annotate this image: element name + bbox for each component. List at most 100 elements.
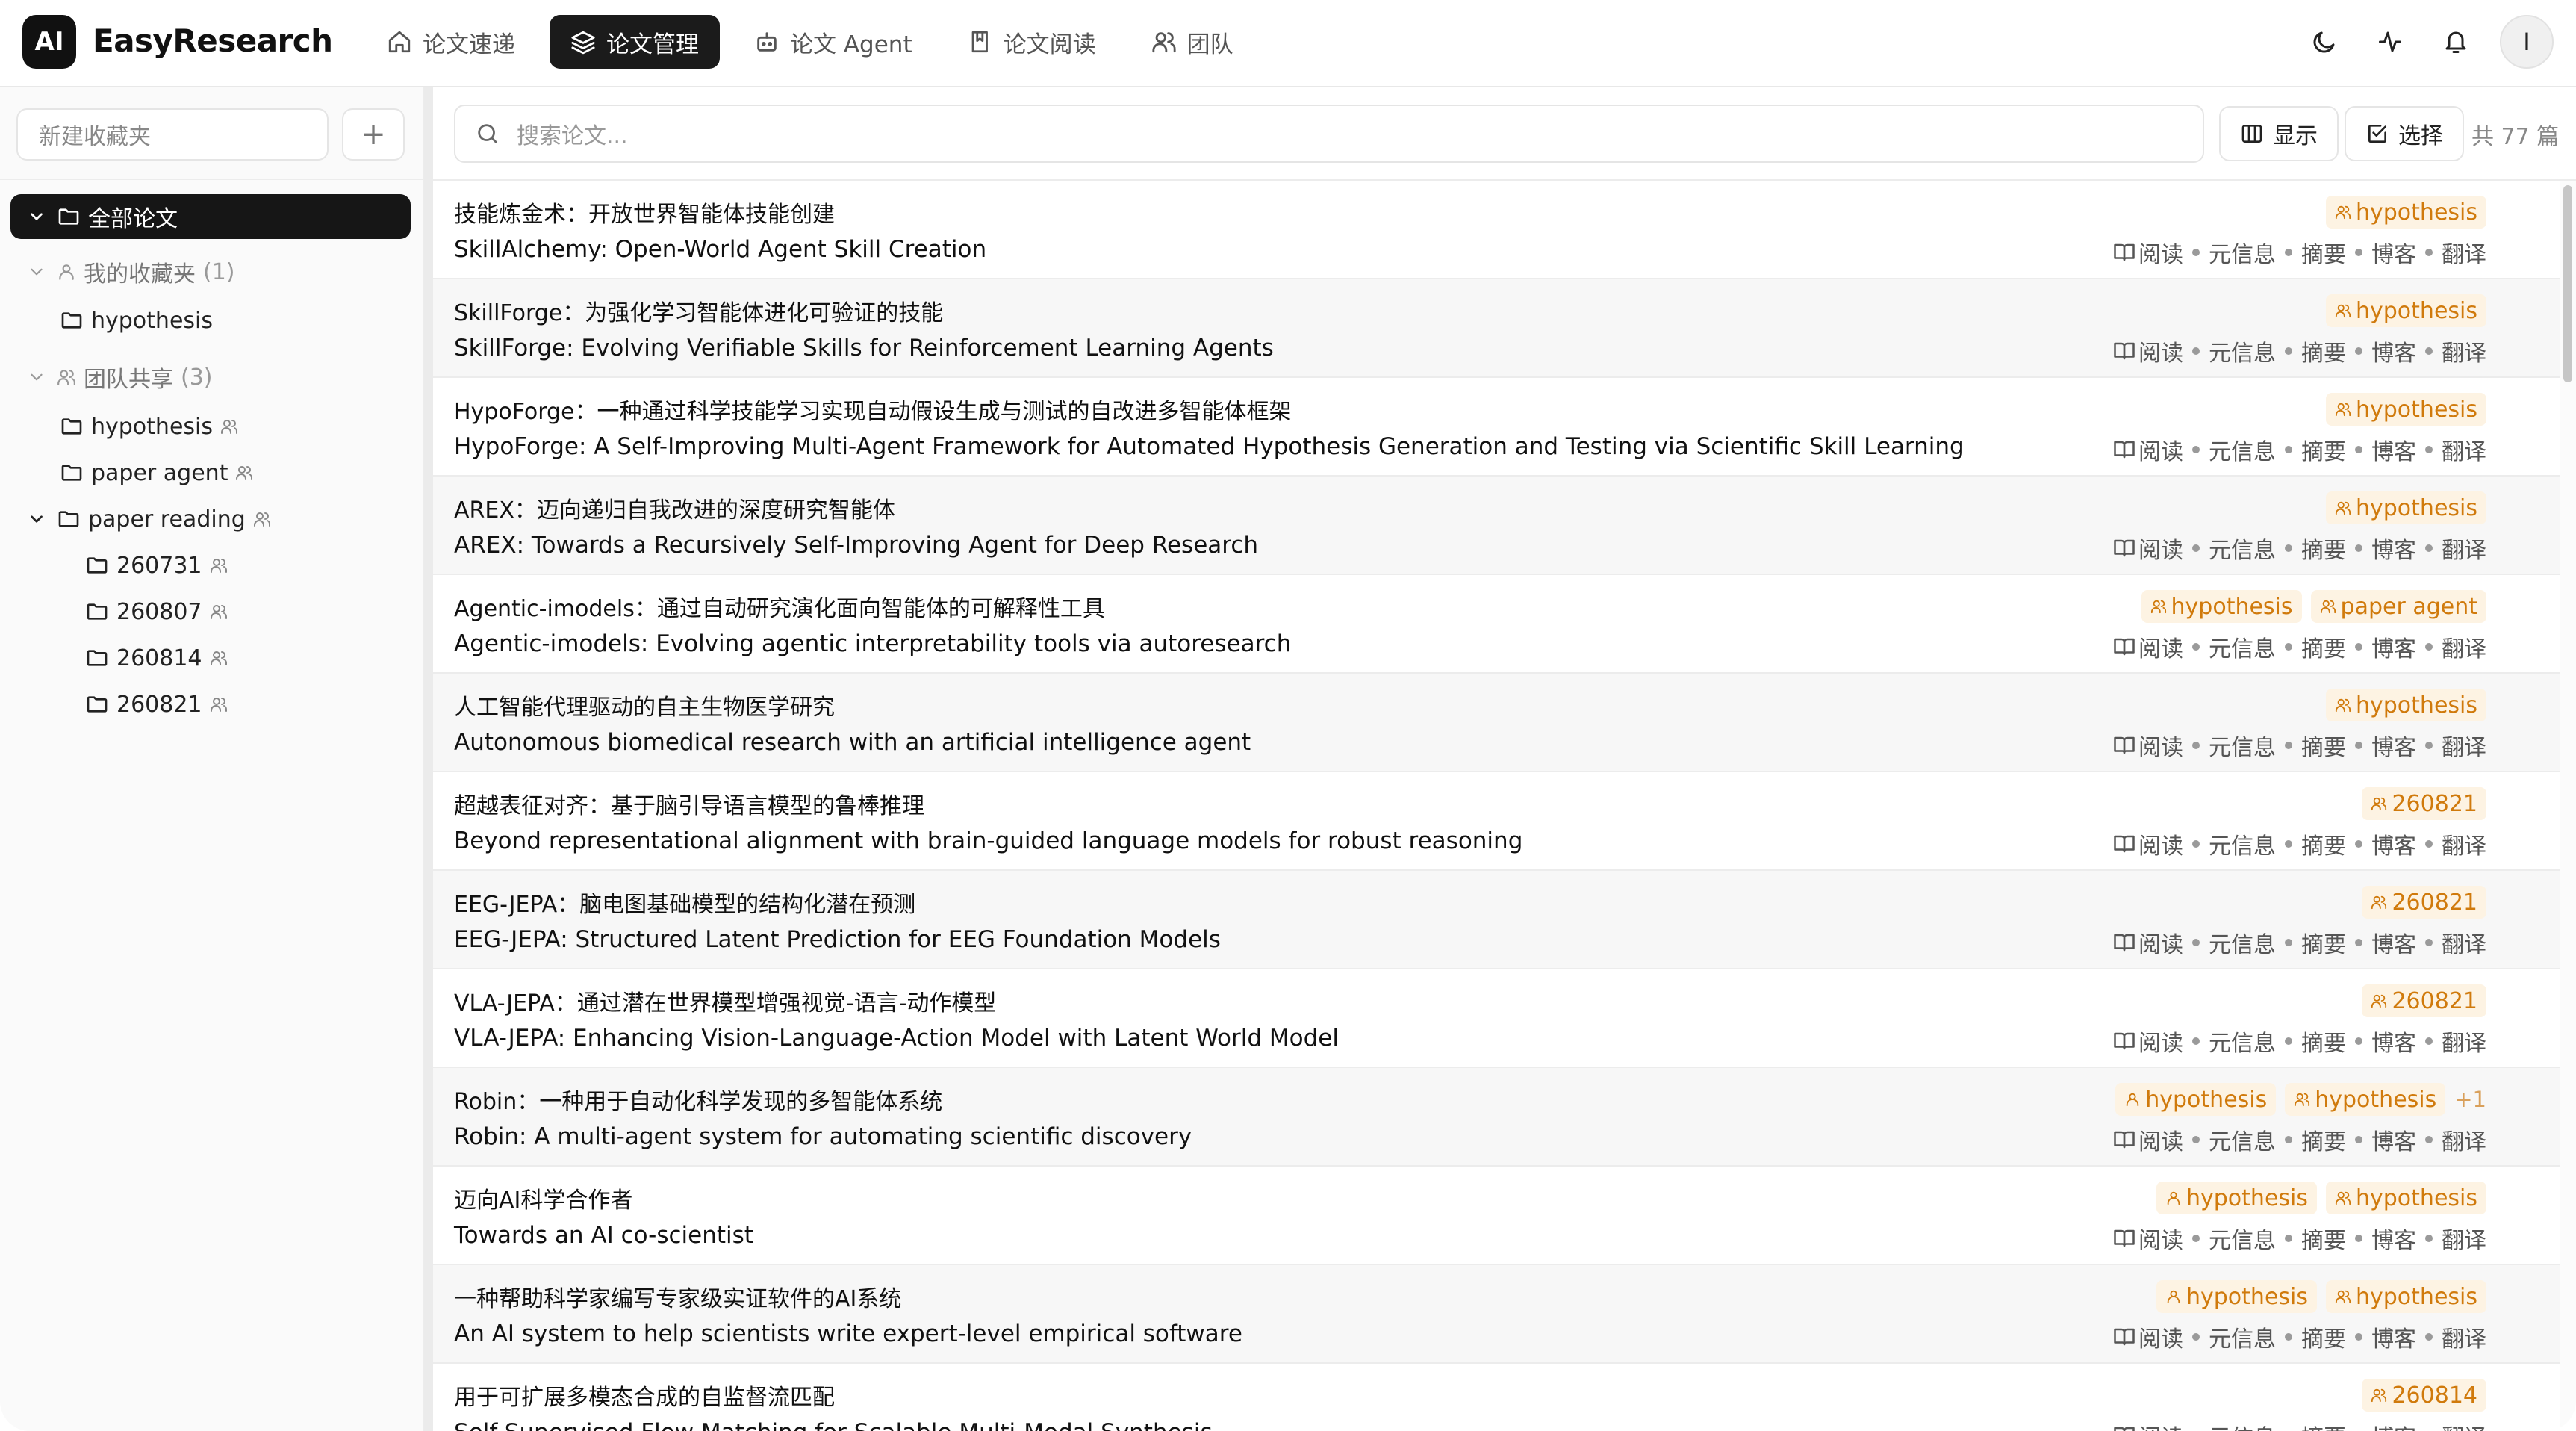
action-translate-button[interactable]: 翻译: [2442, 1320, 2486, 1353]
action-meta-button[interactable]: 元信息: [2209, 236, 2276, 269]
paper-title-zh[interactable]: 一种帮助科学家编写专家级实证软件的AI系统: [454, 1280, 901, 1313]
action-blog-button[interactable]: 博客: [2371, 1419, 2416, 1431]
paper-title-zh[interactable]: 超越表征对齐：基于脑引导语言模型的鲁棒推理: [454, 787, 924, 820]
action-meta-button[interactable]: 元信息: [2209, 335, 2276, 367]
user-avatar[interactable]: I: [2500, 15, 2554, 69]
action-abstract-button[interactable]: 摘要: [2301, 630, 2346, 663]
paper-row[interactable]: 超越表征对齐：基于脑引导语言模型的鲁棒推理 Beyond representati…: [433, 772, 2560, 871]
folder-tag[interactable]: 260821: [2362, 886, 2486, 919]
scroll-thumb[interactable]: [2563, 185, 2572, 382]
action-meta-button[interactable]: 元信息: [2209, 1222, 2276, 1255]
action-abstract-button[interactable]: 摘要: [2301, 729, 2346, 762]
action-abstract-button[interactable]: 摘要: [2301, 1222, 2346, 1255]
folder-tag[interactable]: hypothesis: [2156, 1280, 2317, 1313]
action-abstract-button[interactable]: 摘要: [2301, 1320, 2346, 1353]
paper-title-en[interactable]: An AI system to help scientists write ex…: [454, 1320, 1242, 1347]
folder-tag[interactable]: hypothesis: [2141, 590, 2302, 623]
app-logo[interactable]: AI: [22, 15, 76, 69]
action-meta-button[interactable]: 元信息: [2209, 1419, 2276, 1431]
action-blog-button[interactable]: 博客: [2371, 335, 2416, 367]
action-translate-button[interactable]: 翻译: [2442, 828, 2486, 860]
action-meta-button[interactable]: 元信息: [2209, 828, 2276, 860]
action-translate-button[interactable]: 翻译: [2442, 532, 2486, 565]
paper-row[interactable]: AREX：迈向递归自我改进的深度研究智能体 AREX: Towards a Rec…: [433, 477, 2560, 575]
action-read-button[interactable]: 阅读: [2138, 1419, 2183, 1431]
group-my-favorites[interactable]: 我的收藏夹 (1): [27, 249, 235, 294]
action-blog-button[interactable]: 博客: [2371, 729, 2416, 762]
paper-search-input[interactable]: 搜索论文...: [454, 105, 2204, 163]
paper-title-en[interactable]: EEG-JEPA: Structured Latent Prediction f…: [454, 926, 1221, 953]
folder-tag[interactable]: hypothesis: [2156, 1182, 2317, 1214]
action-meta-button[interactable]: 元信息: [2209, 433, 2276, 466]
folder-tag[interactable]: paper agent: [2310, 590, 2486, 623]
paper-title-en[interactable]: Towards an AI co-scientist: [454, 1222, 753, 1249]
action-translate-button[interactable]: 翻译: [2442, 926, 2486, 959]
action-abstract-button[interactable]: 摘要: [2301, 335, 2346, 367]
action-abstract-button[interactable]: 摘要: [2301, 926, 2346, 959]
action-read-button[interactable]: 阅读: [2138, 335, 2183, 367]
action-abstract-button[interactable]: 摘要: [2301, 433, 2346, 466]
folder-tag[interactable]: hypothesis: [2326, 393, 2486, 426]
action-translate-button[interactable]: 翻译: [2442, 433, 2486, 466]
action-blog-button[interactable]: 博客: [2371, 630, 2416, 663]
action-meta-button[interactable]: 元信息: [2209, 729, 2276, 762]
paper-row[interactable]: 迈向AI科学合作者 Towards an AI co-scientist hypot…: [433, 1167, 2560, 1265]
folder-tag[interactable]: 260821: [2362, 984, 2486, 1017]
paper-row[interactable]: SkillForge：为强化学习智能体进化可验证的技能 SkillForge: E…: [433, 279, 2560, 378]
folder-tag[interactable]: hypothesis: [2326, 491, 2486, 524]
new-folder-input[interactable]: 新建收藏夹: [16, 108, 329, 161]
folder-tag[interactable]: hypothesis: [2326, 1182, 2486, 1214]
paper-title-en[interactable]: AREX: Towards a Recursively Self-Improvi…: [454, 532, 1258, 559]
paper-row[interactable]: VLA-JEPA：通过潜在世界模型增强视觉-语言-动作模型 VLA-JEPA: E…: [433, 969, 2560, 1068]
folder-tag[interactable]: hypothesis: [2326, 689, 2486, 721]
action-translate-button[interactable]: 翻译: [2442, 1025, 2486, 1058]
action-blog-button[interactable]: 博客: [2371, 433, 2416, 466]
group-team-shared[interactable]: 团队共享 (3): [27, 355, 213, 400]
action-abstract-button[interactable]: 摘要: [2301, 1123, 2346, 1156]
action-meta-button[interactable]: 元信息: [2209, 1025, 2276, 1058]
paper-title-zh[interactable]: 技能炼金术：开放世界智能体技能创建: [454, 196, 835, 229]
more-tags-count[interactable]: +1: [2454, 1087, 2486, 1112]
action-read-button[interactable]: 阅读: [2138, 433, 2183, 466]
paper-title-en[interactable]: Agentic-imodels: Evolving agentic interp…: [454, 630, 1291, 657]
action-meta-button[interactable]: 元信息: [2209, 1320, 2276, 1353]
action-meta-button[interactable]: 元信息: [2209, 630, 2276, 663]
paper-title-en[interactable]: VLA-JEPA: Enhancing Vision-Language-Acti…: [454, 1025, 1339, 1052]
nav-paper-feed[interactable]: 论文速递: [366, 15, 536, 69]
paper-title-en[interactable]: HypoForge: A Self-Improving Multi-Agent …: [454, 433, 1964, 460]
paper-title-zh[interactable]: 人工智能代理驱动的自主生物医学研究: [454, 689, 835, 721]
action-abstract-button[interactable]: 摘要: [2301, 1025, 2346, 1058]
action-read-button[interactable]: 阅读: [2138, 828, 2183, 860]
action-read-button[interactable]: 阅读: [2138, 729, 2183, 762]
paper-title-zh[interactable]: AREX：迈向递归自我改进的深度研究智能体: [454, 491, 895, 524]
sidebar-resize-handle[interactable]: [424, 87, 433, 1431]
list-scrollbar[interactable]: [2560, 181, 2576, 1431]
paper-title-zh[interactable]: Agentic-imodels：通过自动研究演化面向智能体的可解释性工具: [454, 590, 1105, 623]
action-translate-button[interactable]: 翻译: [2442, 236, 2486, 269]
action-read-button[interactable]: 阅读: [2138, 1123, 2183, 1156]
folder-tag[interactable]: hypothesis: [2326, 1280, 2486, 1313]
paper-title-zh[interactable]: 迈向AI科学合作者: [454, 1182, 632, 1214]
notifications-button[interactable]: [2434, 15, 2477, 69]
paper-title-en[interactable]: Beyond representational alignment with b…: [454, 828, 1522, 854]
action-read-button[interactable]: 阅读: [2138, 1320, 2183, 1353]
folder-tag[interactable]: 260814: [2362, 1379, 2486, 1412]
action-translate-button[interactable]: 翻译: [2442, 335, 2486, 367]
folder-team-hypothesis[interactable]: hypothesis: [60, 404, 238, 449]
paper-row[interactable]: 人工智能代理驱动的自主生物医学研究 Autonomous biomedical r…: [433, 674, 2560, 772]
paper-row[interactable]: HypoForge：一种通过科学技能学习实现自动假设生成与测试的自改进多智能体框…: [433, 378, 2560, 477]
folder-tag[interactable]: hypothesis: [2326, 196, 2486, 229]
folder-tag[interactable]: hypothesis: [2326, 294, 2486, 327]
action-blog-button[interactable]: 博客: [2371, 828, 2416, 860]
action-translate-button[interactable]: 翻译: [2442, 1419, 2486, 1431]
nav-paper-agent[interactable]: 论文 Agent: [733, 15, 933, 69]
paper-title-zh[interactable]: 用于可扩展多模态合成的自监督流匹配: [454, 1379, 835, 1412]
action-read-button[interactable]: 阅读: [2138, 1025, 2183, 1058]
paper-row[interactable]: EEG-JEPA：脑电图基础模型的结构化潜在预测 EEG-JEPA: Struct…: [433, 871, 2560, 969]
paper-title-en[interactable]: SkillForge: Evolving Verifiable Skills f…: [454, 335, 1274, 361]
folder-260731[interactable]: 260731: [85, 543, 228, 588]
paper-title-en[interactable]: Self-Supervised Flow Matching for Scalab…: [454, 1419, 1213, 1431]
folder-tag[interactable]: hypothesis: [2115, 1083, 2277, 1116]
action-meta-button[interactable]: 元信息: [2209, 1123, 2276, 1156]
paper-title-zh[interactable]: EEG-JEPA：脑电图基础模型的结构化潜在预测: [454, 886, 915, 919]
